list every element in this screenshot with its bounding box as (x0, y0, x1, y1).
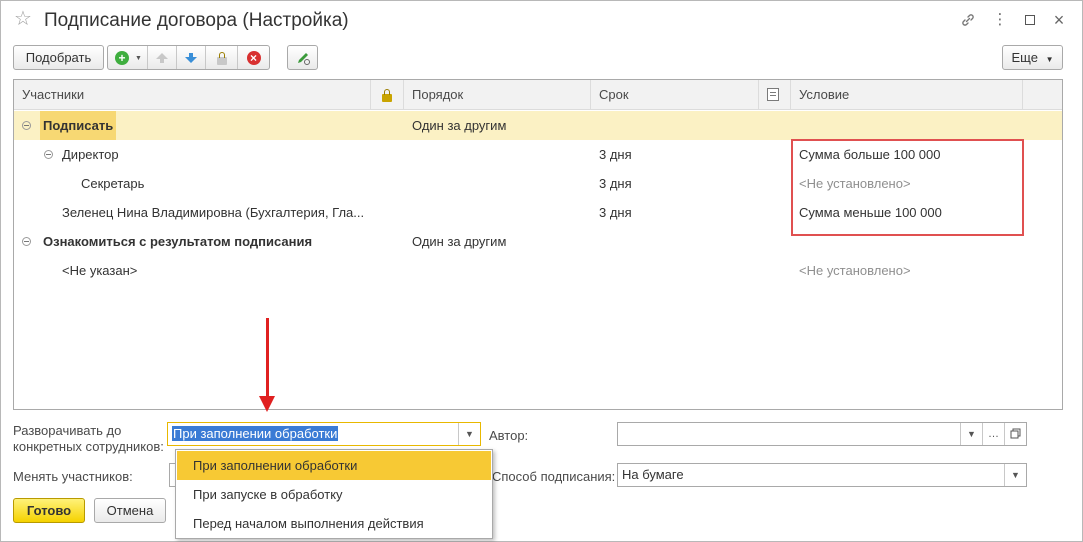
column-condition[interactable]: Условие (791, 80, 1023, 110)
table-row[interactable]: <Не указан> <Не установлено> (14, 256, 1062, 285)
favorite-star-icon[interactable]: ☆ (14, 9, 32, 29)
condition-cell: <Не установлено> (799, 263, 911, 278)
window-title: Подписание договора (Настройка) (44, 10, 349, 31)
chevron-down-icon: ▼ (135, 55, 142, 62)
delete-button[interactable]: × (238, 46, 269, 69)
more-actions-icon[interactable]: ⋮ (989, 9, 1011, 31)
order-cell: Один за другим (412, 234, 507, 249)
plus-icon: + (115, 50, 129, 65)
table-row[interactable]: Подписать Один за другим (14, 111, 1062, 140)
participants-table: Участники Порядок Срок Условие Подписать… (13, 79, 1063, 410)
dropdown-chevron-icon[interactable]: ▼ (1004, 464, 1026, 486)
lock-icon (217, 52, 227, 65)
pencil-icon (297, 53, 310, 65)
edit-condition-button[interactable] (287, 45, 318, 70)
expand-dropdown-list: При заполнении обработки При запуске в о… (175, 449, 493, 539)
open-form-icon[interactable] (1004, 423, 1026, 445)
sign-method-select[interactable]: На бумаге ▼ (617, 463, 1027, 487)
arrow-down-icon (185, 53, 197, 63)
move-up-button[interactable] (148, 46, 177, 69)
move-down-button[interactable] (177, 46, 206, 69)
annotation-highlight-box (791, 139, 1024, 236)
participant-cell: Секретарь (81, 176, 145, 191)
participant-cell: <Не указан> (62, 263, 138, 278)
maximize-icon[interactable] (1019, 9, 1041, 31)
participant-cell: Директор (62, 147, 119, 162)
chevron-down-icon: ▼ (1045, 55, 1054, 64)
change-participants-label: Менять участников: (13, 469, 133, 484)
expand-label-line2: конкретных сотрудников: (13, 439, 164, 454)
order-cell: Один за другим (412, 118, 507, 133)
delete-icon: × (246, 50, 261, 65)
expand-select-value: При заполнении обработки (172, 426, 339, 441)
cancel-button[interactable]: Отмена (94, 498, 166, 523)
dropdown-option[interactable]: При заполнении обработки (177, 451, 491, 480)
dropdown-option[interactable]: Перед началом выполнения действия (177, 509, 491, 538)
more-label: Еще (1011, 50, 1038, 65)
lock-button[interactable] (206, 46, 238, 69)
sign-method-label: Способ подписания: (492, 469, 616, 484)
select-ellipsis-icon[interactable]: … (982, 423, 1004, 445)
collapse-icon[interactable] (22, 121, 31, 130)
annotation-arrow-head (259, 396, 275, 412)
author-label: Автор: (489, 428, 529, 443)
link-icon[interactable] (957, 9, 979, 31)
column-term[interactable]: Срок (591, 80, 759, 110)
lock-icon (382, 89, 392, 102)
ok-button[interactable]: Готово (13, 498, 85, 523)
annotation-arrow (266, 318, 269, 398)
row-actions-group: + ▼ × (107, 45, 270, 70)
column-participants[interactable]: Участники (14, 80, 371, 110)
term-cell: 3 дня (599, 147, 632, 162)
collapse-icon[interactable] (22, 237, 31, 246)
collapse-icon[interactable] (44, 150, 53, 159)
pick-button[interactable]: Подобрать (13, 45, 104, 70)
expand-select[interactable]: При заполнении обработки ▼ (167, 422, 481, 446)
column-lock[interactable] (371, 80, 404, 110)
dropdown-chevron-icon[interactable]: ▼ (960, 423, 982, 445)
dropdown-option[interactable]: При запуске в обработку (177, 480, 491, 509)
participant-cell: Ознакомиться с результатом подписания (43, 234, 313, 249)
table-header: Участники Порядок Срок Условие (14, 80, 1062, 110)
dropdown-chevron-icon[interactable]: ▼ (458, 423, 480, 445)
add-button[interactable]: + ▼ (108, 46, 148, 69)
sign-method-value: На бумаге (622, 467, 684, 482)
expand-label-line1: Разворачивать до (13, 423, 122, 438)
column-note[interactable] (759, 80, 791, 110)
more-button[interactable]: Еще ▼ (1002, 45, 1063, 70)
participant-cell: Зеленец Нина Владимировна (Бухгалтерия, … (62, 205, 365, 220)
document-icon (767, 88, 779, 101)
author-field[interactable]: ▼ … (617, 422, 1027, 446)
close-icon[interactable]: × (1048, 9, 1070, 31)
column-order[interactable]: Порядок (404, 80, 591, 110)
participant-cell: Подписать (40, 111, 117, 140)
arrow-up-icon (156, 53, 168, 63)
term-cell: 3 дня (599, 176, 632, 191)
term-cell: 3 дня (599, 205, 632, 220)
